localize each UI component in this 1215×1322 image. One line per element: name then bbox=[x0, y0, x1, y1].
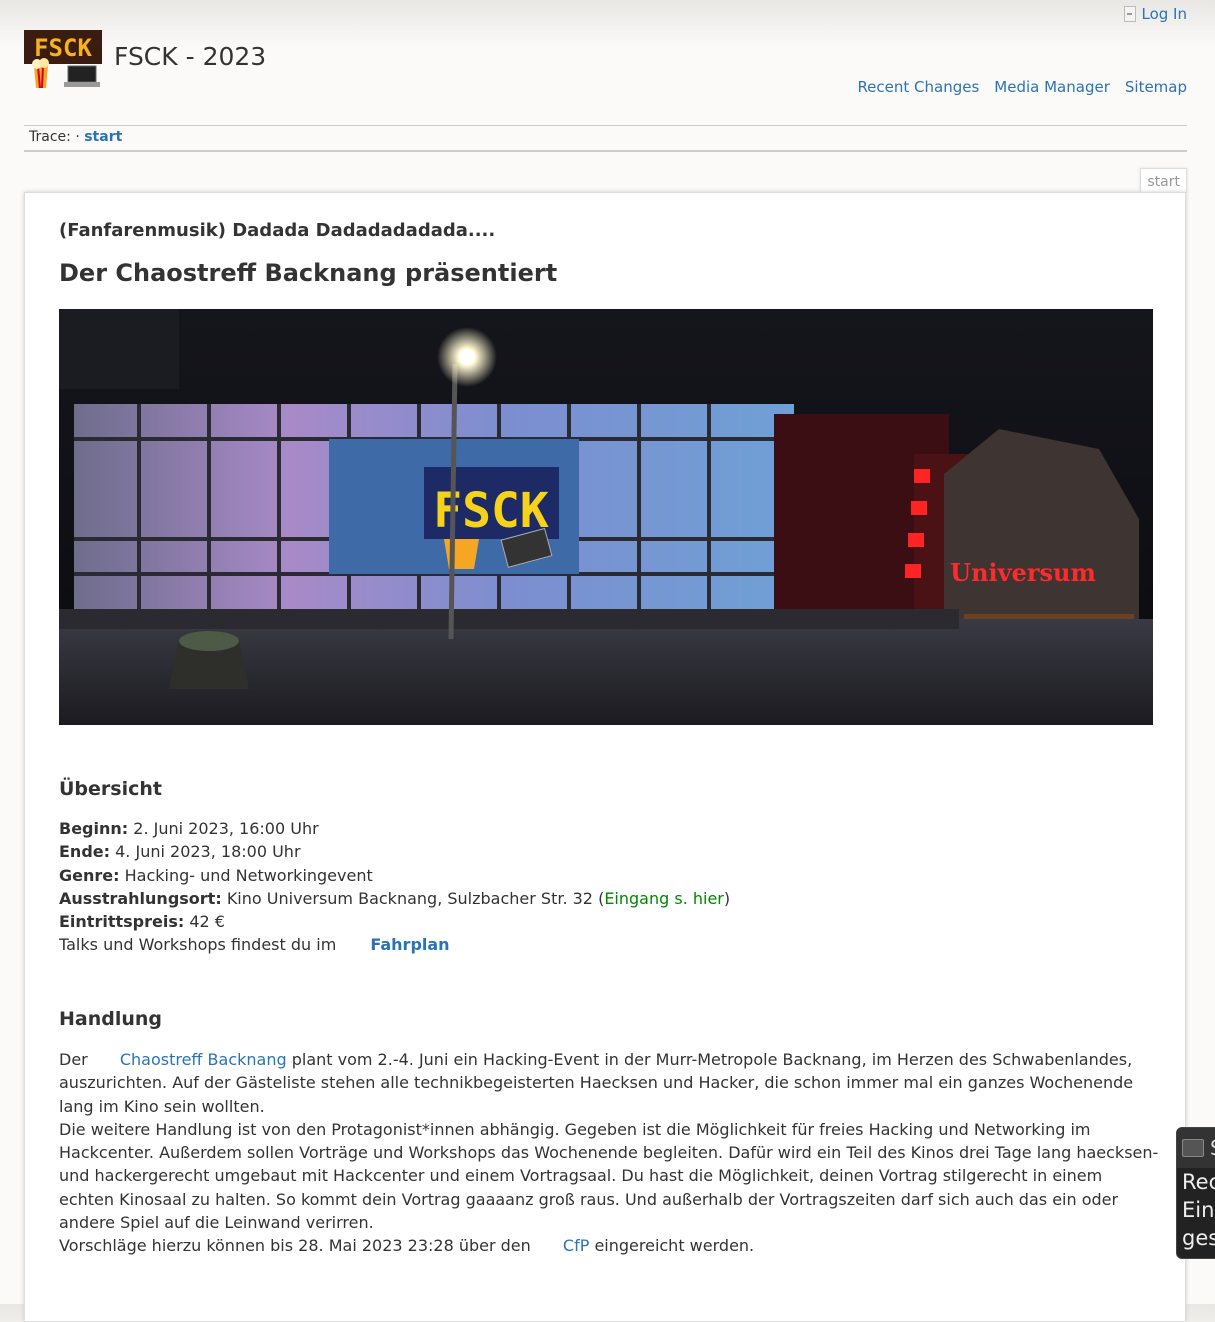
nav-recent-changes[interactable]: Recent Changes bbox=[857, 78, 979, 96]
overview-end: Ende: 4. Juni 2023, 18:00 Uhr bbox=[59, 840, 730, 863]
talks-text: Talks und Workshops findest du im bbox=[59, 935, 337, 955]
page-headline: Der Chaostreff Backnang präsentiert bbox=[59, 259, 558, 287]
price-label: Eintrittspreis: bbox=[59, 912, 185, 932]
trace-separator: · bbox=[75, 129, 80, 145]
price-value: 42 € bbox=[189, 912, 225, 932]
story-p3-pre: Vorschläge hierzu können bis 28. Mai 202… bbox=[59, 1236, 531, 1256]
story-heading: Handlung bbox=[59, 1008, 163, 1030]
overview-venue: Ausstrahlungsort: Kino Universum Backnan… bbox=[59, 887, 730, 910]
begin-value: 2. Juni 2023, 16:00 Uhr bbox=[133, 819, 319, 838]
venue-value: Kino Universum Backnang, Sulzbacher Str.… bbox=[226, 888, 605, 908]
overview-price: Eintrittspreis: 42 € bbox=[59, 910, 730, 933]
login-icon bbox=[1123, 6, 1136, 22]
widget-icon bbox=[1182, 1139, 1204, 1157]
divider bbox=[24, 150, 1187, 152]
hero-building-sign: Universum bbox=[950, 558, 1096, 587]
top-nav: Recent Changes Media Manager Sitemap bbox=[857, 78, 1187, 96]
fahrplan-link[interactable]: Fahrplan bbox=[341, 935, 449, 954]
entrance-link[interactable]: Eingang s. hier bbox=[604, 889, 724, 908]
widget-line-1: Rec bbox=[1182, 1170, 1215, 1194]
begin-label: Beginn: bbox=[59, 819, 129, 838]
nav-sitemap[interactable]: Sitemap bbox=[1125, 78, 1187, 96]
story-text: Der Chaostreff Backnang plant vom 2.-4. … bbox=[59, 1048, 1159, 1258]
story-p1-pre: Der bbox=[59, 1050, 88, 1069]
story-p3-post: eingereicht werden. bbox=[594, 1236, 755, 1256]
breadcrumb: Trace: · start bbox=[29, 129, 122, 145]
end-label: Ende: bbox=[59, 842, 111, 862]
cfp-link[interactable]: CfP bbox=[536, 1236, 589, 1255]
site-logo[interactable]: FSCK bbox=[24, 30, 102, 90]
page-content: (Fanfarenmusik) Dadada Dadadadadada.... … bbox=[24, 192, 1186, 1322]
story-paragraph-3: Vorschläge hierzu können bis 28. Mai 202… bbox=[59, 1234, 1159, 1257]
widget-body: Rec Ein ges bbox=[1177, 1168, 1215, 1252]
page-subtitle: (Fanfarenmusik) Dadada Dadadadadada.... bbox=[59, 220, 496, 241]
genre-value: Hacking- und Networkingevent bbox=[124, 865, 373, 885]
chaostreff-link[interactable]: Chaostreff Backnang bbox=[93, 1050, 287, 1069]
widget-header: S bbox=[1177, 1128, 1215, 1168]
divider bbox=[24, 125, 1187, 126]
widget-line-2: Ein bbox=[1182, 1198, 1215, 1222]
nav-media-manager[interactable]: Media Manager bbox=[994, 78, 1110, 96]
widget-title: S bbox=[1210, 1136, 1215, 1160]
overview-list: Beginn: 2. Juni 2023, 16:00 Uhr Ende: 4.… bbox=[59, 817, 730, 957]
story-paragraph-2: Die weitere Handlung ist von den Protago… bbox=[59, 1119, 1159, 1233]
venue-label: Ausstrahlungsort: bbox=[59, 888, 222, 908]
login-label: Log In bbox=[1141, 5, 1188, 23]
hero-image: FSCK Universum bbox=[59, 309, 1153, 725]
side-widget[interactable]: S Rec Ein ges bbox=[1176, 1127, 1215, 1259]
logo-text: FSCK bbox=[34, 34, 92, 62]
overview-begin: Beginn: 2. Juni 2023, 16:00 Uhr bbox=[59, 817, 730, 840]
site-title[interactable]: FSCK - 2023 bbox=[114, 42, 266, 71]
widget-line-3: ges bbox=[1182, 1226, 1215, 1250]
end-value: 4. Juni 2023, 18:00 Uhr bbox=[115, 842, 301, 862]
venue-close: ) bbox=[723, 888, 731, 908]
overview-genre: Genre: Hacking- und Networkingevent bbox=[59, 864, 730, 887]
overview-talks: Talks und Workshops findest du im Fahrpl… bbox=[59, 933, 730, 956]
story-paragraph-1: Der Chaostreff Backnang plant vom 2.-4. … bbox=[59, 1048, 1159, 1118]
trace-label: Trace: bbox=[29, 129, 71, 145]
page-id-tab: start bbox=[1140, 168, 1187, 193]
login-link[interactable]: Log In bbox=[1123, 5, 1188, 23]
trace-link-start[interactable]: start bbox=[84, 129, 122, 145]
genre-label: Genre: bbox=[59, 865, 120, 885]
overview-heading: Übersicht bbox=[59, 778, 162, 800]
